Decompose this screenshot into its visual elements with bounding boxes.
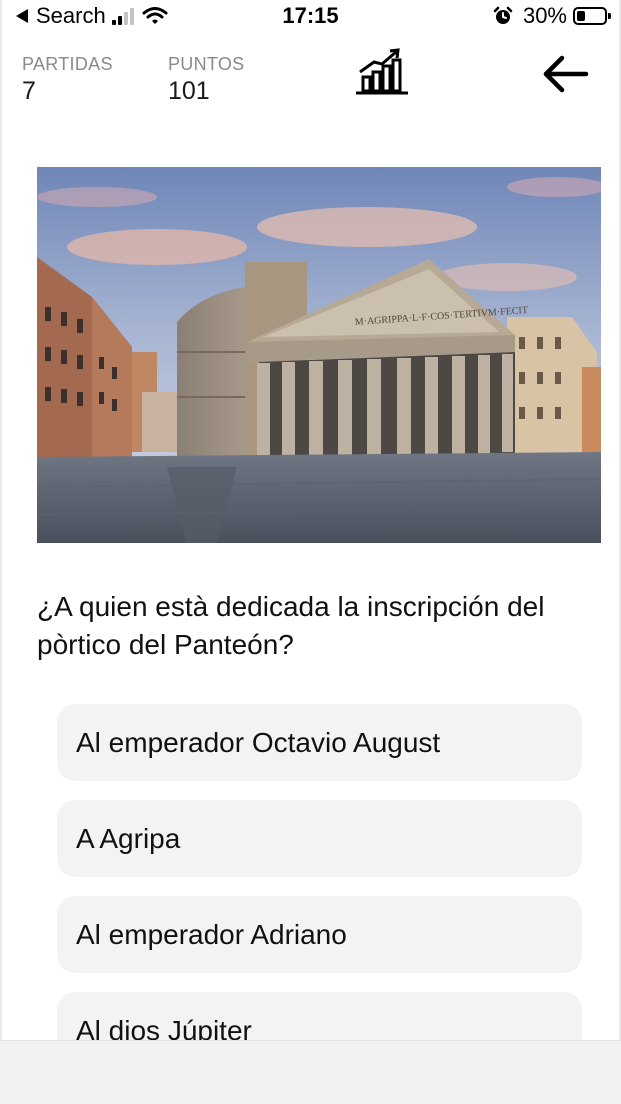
answer-option-2[interactable]: A Agripa: [57, 800, 582, 877]
points-stat: PUNTOS 101: [168, 54, 244, 106]
pantheon-image: M·AGRIPPA·L·F·COS·TERTIVM·FECIT: [37, 167, 601, 543]
back-button[interactable]: [538, 52, 592, 100]
bottom-bar: [0, 1040, 621, 1104]
battery-icon: [573, 7, 611, 25]
stats-header: PARTIDAS 7 PUNTOS 101: [0, 48, 621, 110]
games-label: PARTIDAS: [22, 54, 113, 74]
points-label: PUNTOS: [168, 54, 245, 74]
status-right: 30%: [493, 3, 611, 29]
games-stat: PARTIDAS 7: [22, 54, 113, 106]
points-value: 101: [168, 77, 210, 105]
bar-chart-trend-icon: [356, 48, 408, 95]
answer-list: Al emperador Octavio August A Agripa Al …: [57, 704, 582, 1088]
question-text: ¿A quien està dedicada la inscripción de…: [37, 591, 545, 660]
answer-option-3[interactable]: Al emperador Adriano: [57, 896, 582, 973]
pantheon-photo: M·AGRIPPA·L·F·COS·TERTIVM·FECIT: [37, 167, 601, 543]
alarm-clock-icon: [493, 6, 513, 24]
games-value: 7: [22, 77, 36, 105]
battery-percent: 30%: [522, 3, 567, 28]
battery-level: [577, 11, 585, 21]
status-bar: Search 17:15 30%: [0, 0, 621, 32]
arrow-left-icon: [543, 55, 589, 93]
statistics-button[interactable]: [352, 46, 412, 102]
answer-option-1[interactable]: Al emperador Octavio August: [57, 704, 582, 781]
app-screen: Search 17:15 30% PARTIDAS 7 PUNTOS 101 M…: [0, 0, 621, 1104]
screen-edge-left: [0, 0, 2, 1104]
